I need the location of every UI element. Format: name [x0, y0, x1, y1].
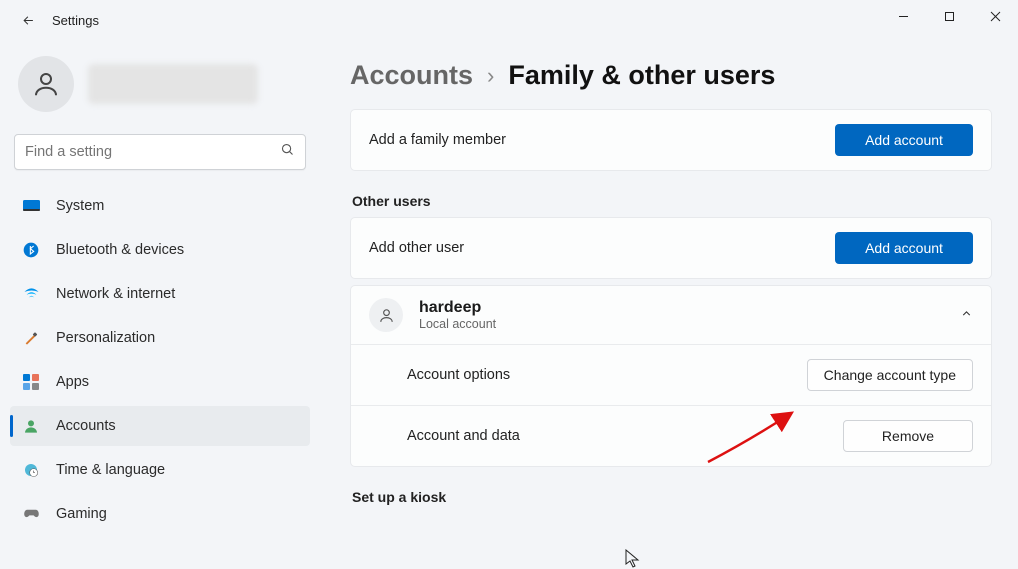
sidebar-item-apps[interactable]: Apps	[10, 362, 310, 402]
sidebar-item-bluetooth[interactable]: Bluetooth & devices	[10, 230, 310, 270]
user-avatar-icon	[18, 56, 74, 112]
wifi-icon	[22, 285, 40, 303]
maximize-button[interactable]	[926, 0, 972, 32]
sidebar-item-label: Time & language	[56, 462, 165, 478]
add-other-user-card: Add other user Add account	[350, 217, 992, 279]
search-input[interactable]	[25, 144, 280, 160]
sidebar: System Bluetooth & devices Network & int…	[0, 40, 320, 566]
sidebar-item-label: Gaming	[56, 506, 107, 522]
person-icon	[22, 417, 40, 435]
current-user-block[interactable]	[10, 50, 310, 130]
remove-account-button[interactable]: Remove	[843, 420, 973, 452]
add-family-account-button[interactable]: Add account	[835, 124, 973, 156]
add-other-user-label: Add other user	[369, 240, 464, 256]
chevron-right-icon: ›	[487, 63, 494, 89]
sidebar-item-label: Accounts	[56, 418, 116, 434]
change-account-type-button[interactable]: Change account type	[807, 359, 973, 391]
breadcrumb-root[interactable]: Accounts	[350, 60, 473, 91]
gamepad-icon	[22, 505, 40, 523]
main-content: Accounts › Family & other users Add a fa…	[320, 40, 1018, 566]
account-data-label: Account and data	[407, 428, 520, 444]
sidebar-item-label: Apps	[56, 374, 89, 390]
sidebar-item-gaming[interactable]: Gaming	[10, 494, 310, 534]
sidebar-item-system[interactable]: System	[10, 186, 310, 226]
account-options-label: Account options	[407, 367, 510, 383]
person-icon	[369, 298, 403, 332]
other-user-type: Local account	[419, 317, 496, 331]
sidebar-item-personalization[interactable]: Personalization	[10, 318, 310, 358]
other-user-name: hardeep	[419, 299, 496, 317]
sidebar-item-label: Network & internet	[56, 286, 175, 302]
chevron-up-icon	[960, 307, 973, 323]
sidebar-item-time-language[interactable]: Time & language	[10, 450, 310, 490]
close-button[interactable]	[972, 0, 1018, 32]
back-button[interactable]	[10, 13, 46, 28]
sidebar-nav: System Bluetooth & devices Network & int…	[10, 186, 310, 534]
add-other-account-button[interactable]: Add account	[835, 232, 973, 264]
search-box[interactable]	[14, 134, 306, 170]
other-user-card: hardeep Local account Account options Ch…	[350, 285, 992, 467]
family-card: Add a family member Add account	[350, 109, 992, 171]
breadcrumb: Accounts › Family & other users	[350, 60, 992, 91]
monitor-icon	[22, 197, 40, 215]
other-users-section-label: Other users	[352, 193, 992, 209]
window-title: Settings	[52, 13, 99, 28]
sidebar-item-label: Personalization	[56, 330, 155, 346]
apps-icon	[22, 373, 40, 391]
kiosk-section-label: Set up a kiosk	[352, 489, 992, 505]
add-family-label: Add a family member	[369, 132, 506, 148]
bluetooth-icon	[22, 241, 40, 259]
sidebar-item-accounts[interactable]: Accounts	[10, 406, 310, 446]
paintbrush-icon	[22, 329, 40, 347]
sidebar-item-label: Bluetooth & devices	[56, 242, 184, 258]
user-name-redacted	[88, 64, 258, 104]
sidebar-item-label: System	[56, 198, 104, 214]
globe-clock-icon	[22, 461, 40, 479]
titlebar: Settings	[0, 0, 1018, 40]
sidebar-item-network[interactable]: Network & internet	[10, 274, 310, 314]
other-user-header[interactable]: hardeep Local account	[351, 286, 991, 345]
window-controls	[880, 0, 1018, 32]
search-icon	[280, 142, 295, 162]
page-title: Family & other users	[508, 60, 775, 91]
minimize-button[interactable]	[880, 0, 926, 32]
